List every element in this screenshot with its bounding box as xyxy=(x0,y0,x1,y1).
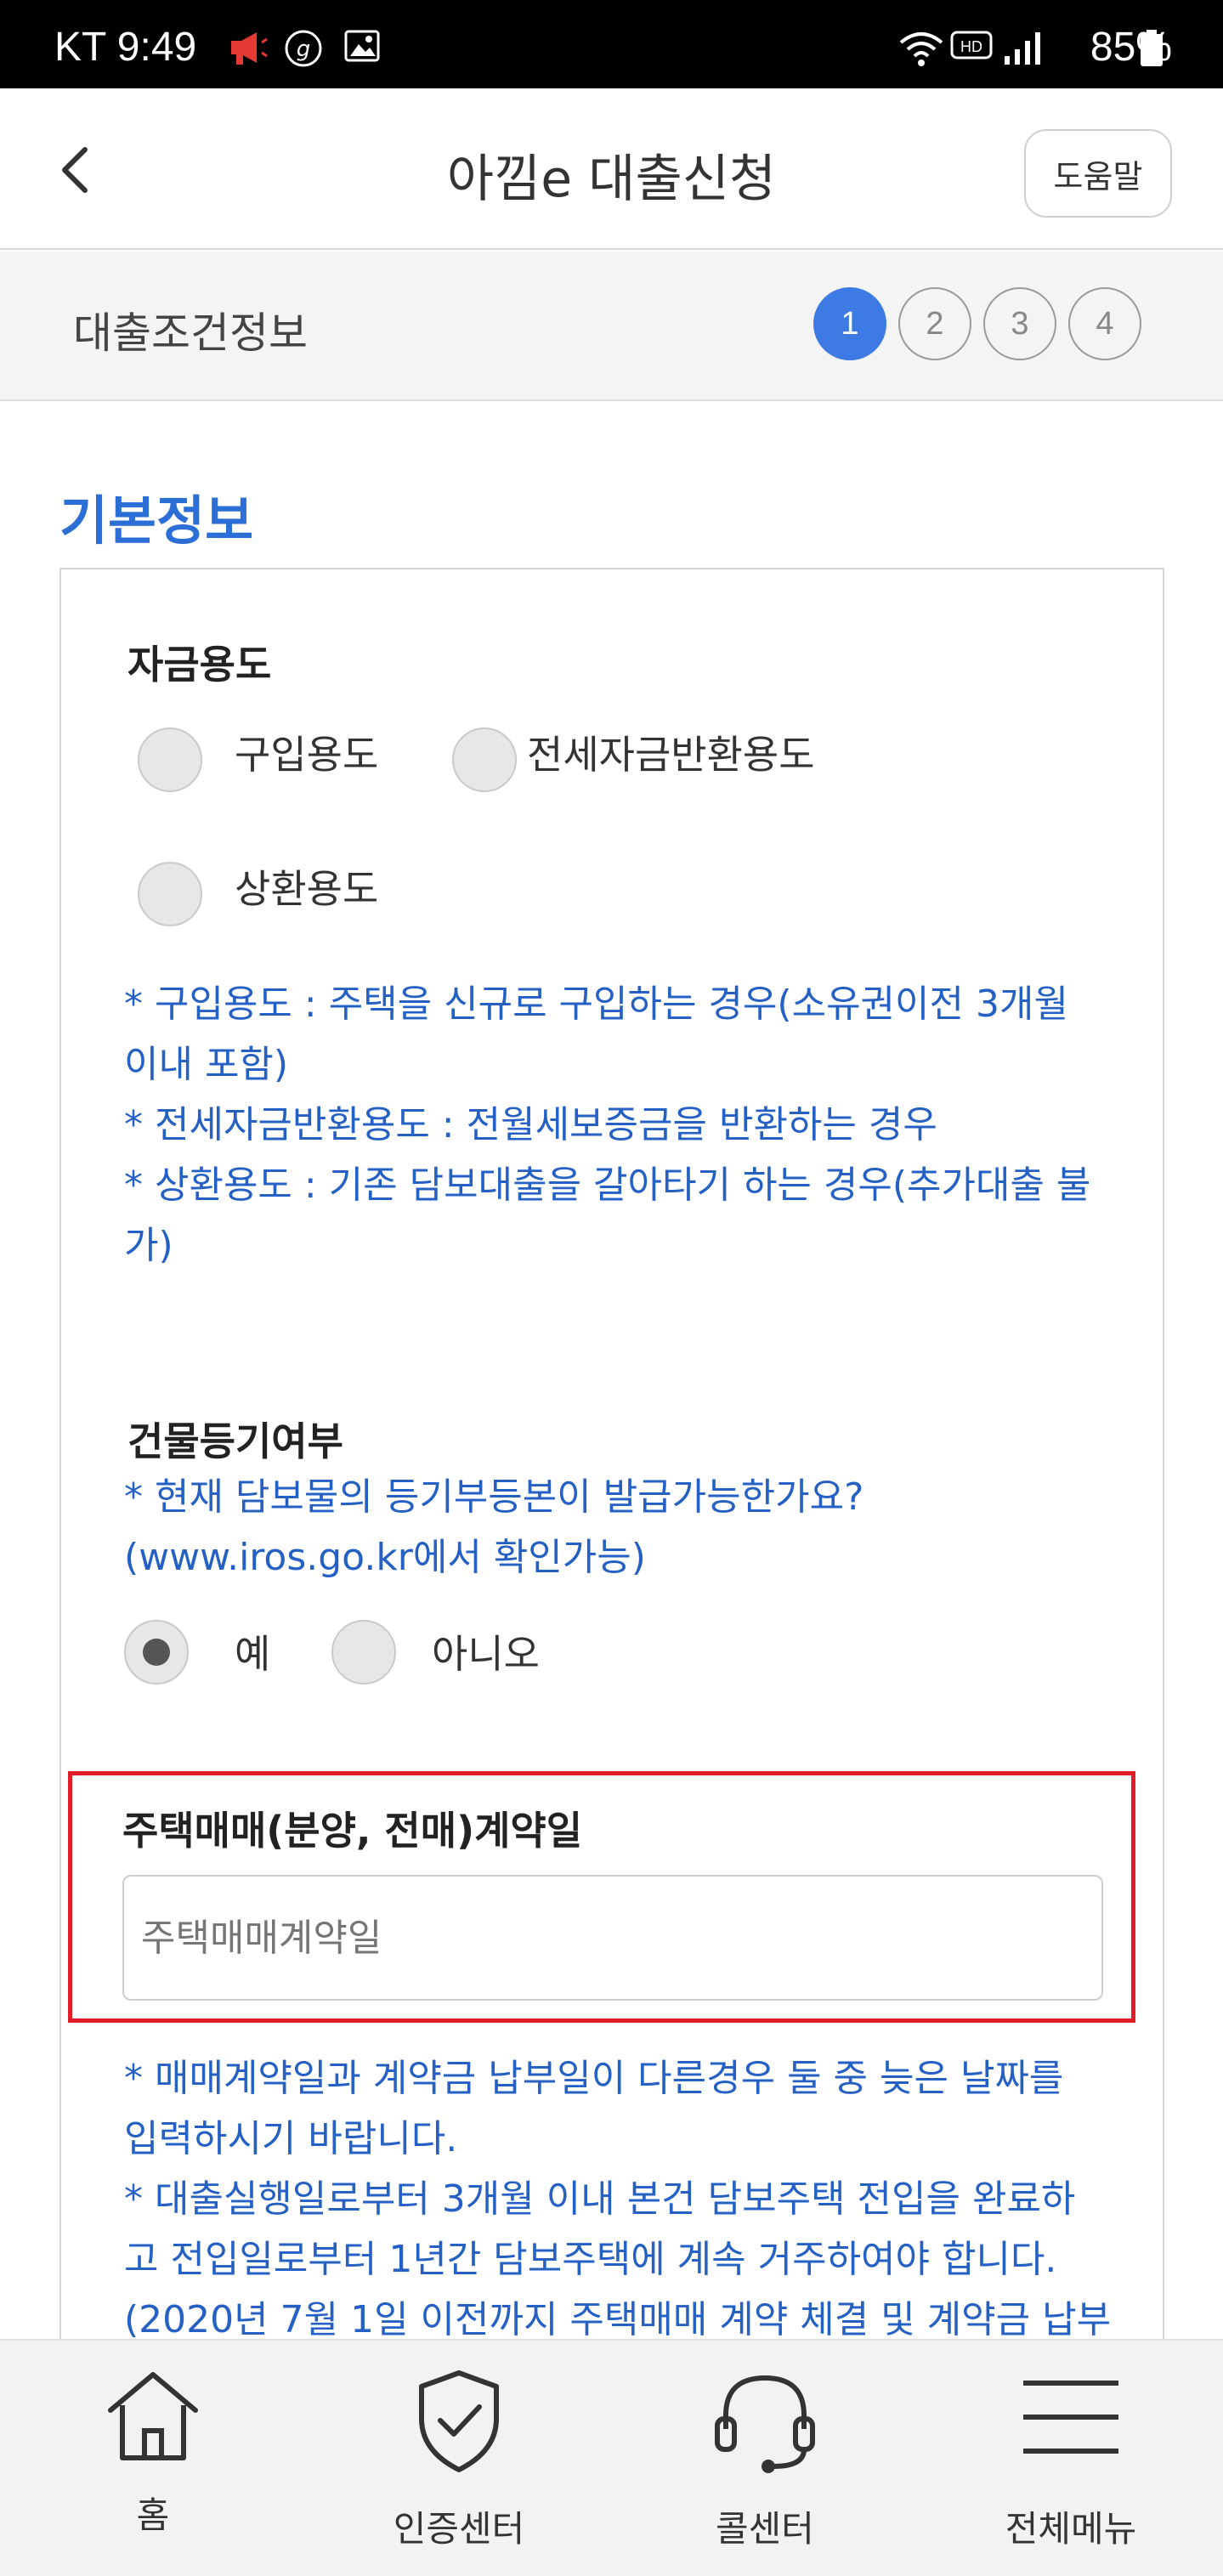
radio-repayment[interactable] xyxy=(138,862,202,926)
step-indicator-bar: 대출조건정보 1 2 3 4 xyxy=(0,252,1223,401)
registry-label: 건물등기여부 xyxy=(127,1418,343,1464)
battery-icon xyxy=(1141,30,1163,66)
radio-no-label[interactable]: 아니오 xyxy=(432,1623,540,1679)
radio-purchase-label[interactable]: 구입용도 xyxy=(235,724,378,780)
radio-purchase[interactable] xyxy=(138,728,202,792)
fund-purpose-notes: * 구입용도 : 주택을 신규로 구입하는 경우(소유권이전 3개월 이내 포함… xyxy=(124,974,1090,1276)
hd-icon: HD xyxy=(950,31,993,59)
radio-yes[interactable] xyxy=(124,1620,189,1684)
nav-home[interactable]: 홈 xyxy=(59,2341,246,2576)
g-app-icon: g xyxy=(285,30,322,67)
signal-icon xyxy=(1005,32,1040,65)
step-3: 3 xyxy=(983,287,1056,360)
note-line: 가) xyxy=(124,1224,173,1267)
note-line: 고 전입일로부터 1년간 담보주택에 계속 거주하여야 합니다. xyxy=(124,2238,1057,2281)
radio-yes-label[interactable]: 예 xyxy=(235,1623,270,1679)
radio-deposit-return[interactable] xyxy=(452,728,517,792)
nav-home-label: 홈 xyxy=(136,2494,170,2536)
note-line: * 상환용도 : 기존 담보대출을 갈아타기 하는 경우(추가대출 불 xyxy=(124,1163,1091,1207)
svg-text:g: g xyxy=(297,37,311,62)
home-icon xyxy=(108,2372,198,2460)
app-header: 아낌e 대출신청 도움말 xyxy=(0,88,1223,250)
step-2: 2 xyxy=(898,287,971,360)
note-line: (www.iros.go.kr에서 확인가능) xyxy=(124,1536,646,1579)
radio-deposit-return-label[interactable]: 전세자금반환용도 xyxy=(527,724,815,780)
radio-repayment-label[interactable]: 상환용도 xyxy=(235,858,378,914)
shield-check-icon xyxy=(419,2370,499,2472)
nav-call-center[interactable]: 콜센터 xyxy=(671,2341,858,2576)
note-line: * 매매계약일과 계약금 납부일이 다른경우 둘 중 늦은 날짜를 xyxy=(124,2057,1064,2100)
note-line: 입력하시기 바랍니다. xyxy=(124,2117,458,2160)
svg-text:HD: HD xyxy=(960,38,982,55)
step-4: 4 xyxy=(1068,287,1141,360)
megaphone-icon xyxy=(231,32,268,65)
hamburger-menu-icon xyxy=(1023,2381,1118,2454)
contract-date-label: 주택매매(분양, 전매)계약일 xyxy=(122,1808,583,1854)
headset-icon xyxy=(715,2375,815,2473)
help-button[interactable]: 도움말 xyxy=(1024,129,1172,218)
nav-all-menu-label: 전체메뉴 xyxy=(1005,2508,1137,2550)
section-title: 기본정보 xyxy=(59,490,254,552)
nav-all-menu[interactable]: 전체메뉴 xyxy=(977,2341,1164,2576)
step-title: 대출조건정보 xyxy=(73,309,308,358)
step-1: 1 xyxy=(813,287,886,360)
note-line: * 전세자금반환용도 : 전월세보증금을 반환하는 경우 xyxy=(124,1103,937,1146)
fund-purpose-label: 자금용도 xyxy=(127,642,272,688)
image-icon xyxy=(344,30,380,62)
note-line: * 대출실행일로부터 3개월 이내 본건 담보주택 전입을 완료하 xyxy=(124,2177,1076,2221)
status-time: KT 9:49 xyxy=(54,25,197,70)
status-bar: KT 9:49 g HD 85% xyxy=(0,0,1223,88)
nav-auth-center-label: 인증센터 xyxy=(393,2508,525,2550)
bottom-nav: 홈 인증센터 콜센터 전체메뉴 xyxy=(0,2339,1223,2576)
registry-notes: * 현재 담보물의 등기부등본이 발급가능한가요? (www.iros.go.k… xyxy=(124,1467,863,1588)
nav-call-center-label: 콜센터 xyxy=(716,2508,814,2550)
wifi-icon xyxy=(899,32,943,66)
contract-date-input[interactable] xyxy=(122,1875,1103,2001)
note-line: * 구입용도 : 주택을 신규로 구입하는 경우(소유권이전 3개월 xyxy=(124,982,1068,1026)
nav-auth-center[interactable]: 인증센터 xyxy=(365,2341,552,2576)
note-line: 이내 포함) xyxy=(124,1043,289,1086)
note-line: * 현재 담보물의 등기부등본이 발급가능한가요? xyxy=(124,1475,864,1519)
step-indicators: 1 2 3 4 xyxy=(813,287,1141,360)
contract-date-notes: * 매매계약일과 계약금 납부일이 다른경우 둘 중 늦은 날짜를 입력하시기 … xyxy=(124,2048,1111,2350)
radio-no[interactable] xyxy=(331,1620,396,1684)
